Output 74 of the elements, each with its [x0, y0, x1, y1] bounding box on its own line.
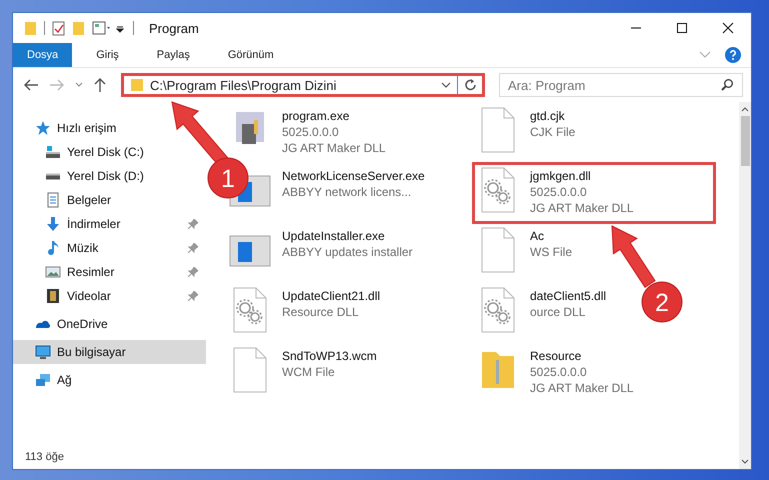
file-detail: ABBYY updates installer: [282, 244, 413, 260]
address-path: C:\Program Files\Program Dizini: [150, 78, 338, 92]
search-icon[interactable]: [720, 78, 734, 92]
download-arrow-icon: [45, 216, 61, 232]
sidebar-item[interactable]: Müzik: [13, 236, 106, 260]
sidebar-item[interactable]: Resimler: [13, 260, 122, 284]
file-name[interactable]: UpdateClient21.dll: [282, 288, 380, 304]
file-detail: ABBYY network licens...: [282, 184, 412, 200]
step-circle: [642, 282, 682, 322]
document-icon: [45, 192, 61, 208]
drive-icon: [45, 145, 61, 159]
file-name[interactable]: Ac: [530, 228, 572, 244]
file-name[interactable]: program.exe: [282, 108, 386, 124]
dropdown-chevron-icon[interactable]: [441, 82, 451, 88]
back-arrow-icon[interactable]: [23, 78, 39, 92]
pin-icon[interactable]: [188, 219, 198, 229]
network-icon: [35, 372, 51, 388]
music-note-icon: [45, 240, 61, 256]
annotation-arrow: [611, 225, 656, 288]
sidebar-item[interactable]: İndirmeler: [13, 212, 128, 236]
search-field[interactable]: Ara: Program: [499, 73, 743, 97]
sidebar-item[interactable]: Hızlı erişim: [13, 116, 206, 140]
sidebar-item[interactable]: Ağ: [13, 368, 206, 392]
address-bar[interactable]: C:\Program Files\Program Dizini: [121, 73, 485, 97]
up-arrow-icon[interactable]: [93, 77, 107, 93]
file-detail: JG ART Maker DLL: [282, 140, 386, 156]
folder-icon: [130, 78, 144, 92]
file-detail: Resource DLL: [282, 304, 360, 320]
scroll-down-icon[interactable]: [741, 459, 749, 465]
recent-chevron-icon[interactable]: [75, 82, 83, 88]
file-detail: 5025.0.0.0: [282, 124, 340, 140]
help-icon[interactable]: [725, 47, 741, 63]
sidebar-item[interactable]: Belgeler: [13, 188, 120, 212]
scroll-thumb[interactable]: [740, 116, 750, 166]
file-detail: ource DLL: [530, 304, 586, 320]
pin-icon[interactable]: [188, 243, 198, 253]
window-title: Program: [149, 20, 199, 36]
step-number: 2: [655, 289, 669, 317]
ribbon-tab[interactable]: Görünüm: [214, 43, 288, 67]
item-count: 113 öğe: [24, 451, 65, 465]
file-name[interactable]: dateClient5.dll: [530, 288, 606, 304]
sidebar-item[interactable]: Bu bilgisayar: [13, 340, 206, 364]
file-detail: WS File: [530, 244, 572, 260]
ribbon-tab[interactable]: Dosya: [13, 43, 72, 67]
file-name[interactable]: jgmkgen.dll: [530, 168, 634, 184]
scrollbar[interactable]: [739, 102, 751, 469]
sidebar-item[interactable]: OneDrive: [13, 312, 206, 336]
file-detail: 5025.0.0.0: [530, 184, 588, 200]
file-detail: 5025.0.0.0: [530, 364, 588, 380]
pin-icon[interactable]: [188, 267, 198, 277]
file-name[interactable]: NetworkLicenseServer.exe: [282, 168, 425, 184]
star-icon: [35, 120, 51, 136]
film-icon: [45, 288, 61, 304]
step-number: 1: [221, 165, 235, 193]
drive-icon: [45, 172, 61, 180]
step-circle: [208, 158, 248, 198]
pin-icon[interactable]: [188, 291, 198, 301]
file-detail: CJK File: [530, 124, 576, 140]
refresh-icon[interactable]: [464, 78, 478, 92]
file-detail: JG ART Maker DLL: [530, 380, 634, 396]
sidebar-item[interactable]: Yerel Disk (C:): [13, 140, 152, 164]
monitor-icon: [35, 344, 51, 360]
ribbon-tab[interactable]: Giriş: [82, 43, 133, 67]
file-name[interactable]: SndToWP13.wcm: [282, 348, 377, 364]
file-name[interactable]: UpdateInstaller.exe: [282, 228, 413, 244]
sidebar-item[interactable]: Videolar: [13, 284, 119, 308]
ribbon-tab[interactable]: Paylaş: [142, 43, 204, 67]
scroll-up-icon[interactable]: [741, 106, 749, 112]
file-detail: WCM File: [282, 364, 336, 380]
file-name[interactable]: Resource: [530, 348, 634, 364]
file-detail: JG ART Maker DLL: [530, 200, 634, 216]
file-name[interactable]: gtd.cjk: [530, 108, 576, 124]
sidebar-item[interactable]: Yerel Disk (D:): [13, 164, 152, 188]
picture-icon: [45, 264, 61, 280]
